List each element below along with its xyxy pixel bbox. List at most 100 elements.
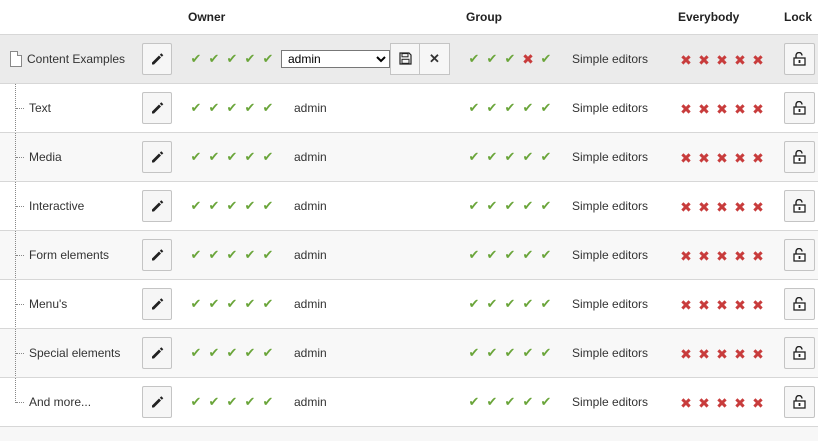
check-icon[interactable]: ✔ (484, 394, 500, 410)
check-icon[interactable]: ✔ (484, 51, 500, 67)
check-icon[interactable]: ✔ (188, 394, 204, 410)
check-icon[interactable]: ✔ (224, 394, 240, 410)
edit-button[interactable] (142, 43, 172, 75)
check-icon[interactable]: ✔ (538, 394, 554, 410)
check-icon[interactable]: ✔ (520, 394, 536, 410)
check-icon[interactable]: ✔ (206, 149, 222, 165)
check-icon[interactable]: ✔ (224, 345, 240, 361)
check-icon[interactable]: ✔ (520, 100, 536, 116)
owner-select[interactable]: admin (281, 50, 390, 68)
check-icon[interactable]: ✔ (224, 51, 240, 67)
cross-icon[interactable]: ✖ (732, 150, 748, 166)
cross-icon[interactable]: ✖ (750, 199, 766, 215)
check-icon[interactable]: ✔ (188, 345, 204, 361)
check-icon[interactable]: ✔ (502, 100, 518, 116)
cross-icon[interactable]: ✖ (678, 346, 694, 362)
lock-button[interactable] (784, 141, 815, 173)
cross-icon[interactable]: ✖ (678, 52, 694, 68)
check-icon[interactable]: ✔ (520, 345, 536, 361)
check-icon[interactable]: ✔ (484, 247, 500, 263)
check-icon[interactable]: ✔ (242, 100, 258, 116)
check-icon[interactable]: ✔ (188, 100, 204, 116)
cross-icon[interactable]: ✖ (678, 101, 694, 117)
lock-button[interactable] (784, 337, 815, 369)
owner-name[interactable]: admin (294, 297, 327, 311)
check-icon[interactable]: ✔ (206, 296, 222, 312)
cross-icon[interactable]: ✖ (714, 395, 730, 411)
cross-icon[interactable]: ✖ (696, 346, 712, 362)
check-icon[interactable]: ✔ (224, 296, 240, 312)
check-icon[interactable]: ✔ (260, 198, 276, 214)
check-icon[interactable]: ✔ (466, 394, 482, 410)
check-icon[interactable]: ✔ (242, 198, 258, 214)
check-icon[interactable]: ✔ (206, 198, 222, 214)
cross-icon[interactable]: ✖ (696, 199, 712, 215)
cross-icon[interactable]: ✖ (750, 150, 766, 166)
group-name[interactable]: Simple editors (572, 248, 648, 262)
check-icon[interactable]: ✔ (242, 247, 258, 263)
check-icon[interactable]: ✔ (538, 247, 554, 263)
check-icon[interactable]: ✔ (502, 51, 518, 67)
cross-icon[interactable]: ✖ (714, 248, 730, 264)
lock-button[interactable] (784, 386, 815, 418)
group-name[interactable]: Simple editors (572, 150, 648, 164)
lock-button[interactable] (784, 92, 815, 124)
check-icon[interactable]: ✔ (502, 247, 518, 263)
check-icon[interactable]: ✔ (484, 296, 500, 312)
check-icon[interactable]: ✔ (520, 149, 536, 165)
cancel-button[interactable]: ✕ (419, 43, 450, 75)
lock-button[interactable] (784, 43, 815, 75)
check-icon[interactable]: ✔ (502, 394, 518, 410)
group-name[interactable]: Simple editors (572, 297, 648, 311)
cross-icon[interactable]: ✖ (678, 199, 694, 215)
edit-button[interactable] (142, 337, 172, 369)
check-icon[interactable]: ✔ (206, 51, 222, 67)
owner-name[interactable]: admin (294, 199, 327, 213)
cross-icon[interactable]: ✖ (714, 346, 730, 362)
check-icon[interactable]: ✔ (502, 198, 518, 214)
check-icon[interactable]: ✔ (260, 345, 276, 361)
group-name[interactable]: Simple editors (572, 346, 648, 360)
check-icon[interactable]: ✔ (224, 149, 240, 165)
check-icon[interactable]: ✔ (538, 296, 554, 312)
check-icon[interactable]: ✔ (224, 100, 240, 116)
check-icon[interactable]: ✔ (502, 296, 518, 312)
check-icon[interactable]: ✔ (502, 149, 518, 165)
cross-icon[interactable]: ✖ (696, 395, 712, 411)
cross-icon[interactable]: ✖ (732, 297, 748, 313)
check-icon[interactable]: ✔ (188, 198, 204, 214)
check-icon[interactable]: ✔ (188, 149, 204, 165)
cross-icon[interactable]: ✖ (678, 395, 694, 411)
lock-button[interactable] (784, 239, 815, 271)
owner-name[interactable]: admin (294, 248, 327, 262)
check-icon[interactable]: ✔ (260, 100, 276, 116)
check-icon[interactable]: ✔ (206, 394, 222, 410)
check-icon[interactable]: ✔ (484, 198, 500, 214)
check-icon[interactable]: ✔ (466, 247, 482, 263)
check-icon[interactable]: ✔ (206, 100, 222, 116)
check-icon[interactable]: ✔ (520, 247, 536, 263)
lock-button[interactable] (784, 190, 815, 222)
owner-name[interactable]: admin (294, 346, 327, 360)
cross-icon[interactable]: ✖ (678, 297, 694, 313)
check-icon[interactable]: ✔ (206, 345, 222, 361)
check-icon[interactable]: ✔ (466, 100, 482, 116)
edit-button[interactable] (142, 386, 172, 418)
edit-button[interactable] (142, 239, 172, 271)
owner-name[interactable]: admin (294, 395, 327, 409)
check-icon[interactable]: ✔ (466, 149, 482, 165)
edit-button[interactable] (142, 92, 172, 124)
cross-icon[interactable]: ✖ (750, 297, 766, 313)
check-icon[interactable]: ✔ (484, 100, 500, 116)
cross-icon[interactable]: ✖ (714, 101, 730, 117)
check-icon[interactable]: ✔ (242, 149, 258, 165)
cross-icon[interactable]: ✖ (696, 52, 712, 68)
group-name[interactable]: Simple editors (572, 52, 648, 66)
check-icon[interactable]: ✔ (260, 296, 276, 312)
group-name[interactable]: Simple editors (572, 199, 648, 213)
cross-icon[interactable]: ✖ (696, 101, 712, 117)
check-icon[interactable]: ✔ (520, 296, 536, 312)
check-icon[interactable]: ✔ (538, 51, 554, 67)
check-icon[interactable]: ✔ (260, 394, 276, 410)
cross-icon[interactable]: ✖ (714, 199, 730, 215)
